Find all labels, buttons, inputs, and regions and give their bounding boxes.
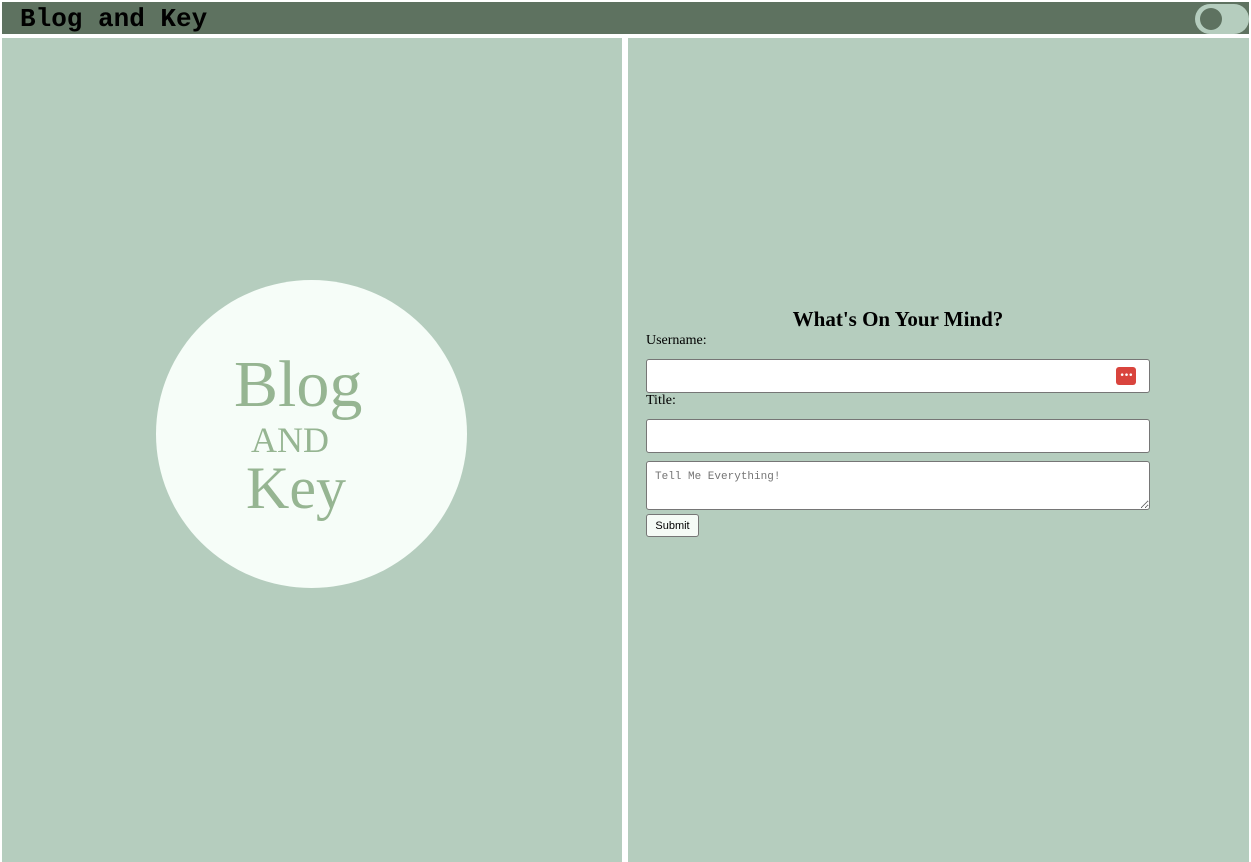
site-header: Blog and Key xyxy=(2,2,1249,34)
site-title: Blog and Key xyxy=(20,4,208,34)
left-panel: Blog AND Key xyxy=(2,38,622,862)
title-input[interactable] xyxy=(646,419,1150,453)
message-textarea[interactable] xyxy=(646,461,1150,510)
title-label: Title: xyxy=(646,393,676,408)
toggle-knob xyxy=(1200,8,1222,30)
theme-toggle[interactable] xyxy=(1195,4,1249,34)
logo-word-key: Key xyxy=(246,455,346,521)
right-panel: What's On Your Mind? Username: ••• Title… xyxy=(628,38,1249,862)
password-manager-icon[interactable]: ••• xyxy=(1116,367,1136,385)
logo: Blog AND Key xyxy=(156,280,467,588)
logo-word-blog: Blog xyxy=(234,348,363,421)
logo-word-and: AND xyxy=(251,420,329,460)
username-input[interactable] xyxy=(646,359,1150,393)
username-label: Username: xyxy=(646,333,707,348)
submit-button[interactable]: Submit xyxy=(646,514,699,537)
form-heading: What's On Your Mind? xyxy=(792,307,1004,331)
logo-text: Blog AND Key xyxy=(156,280,467,588)
